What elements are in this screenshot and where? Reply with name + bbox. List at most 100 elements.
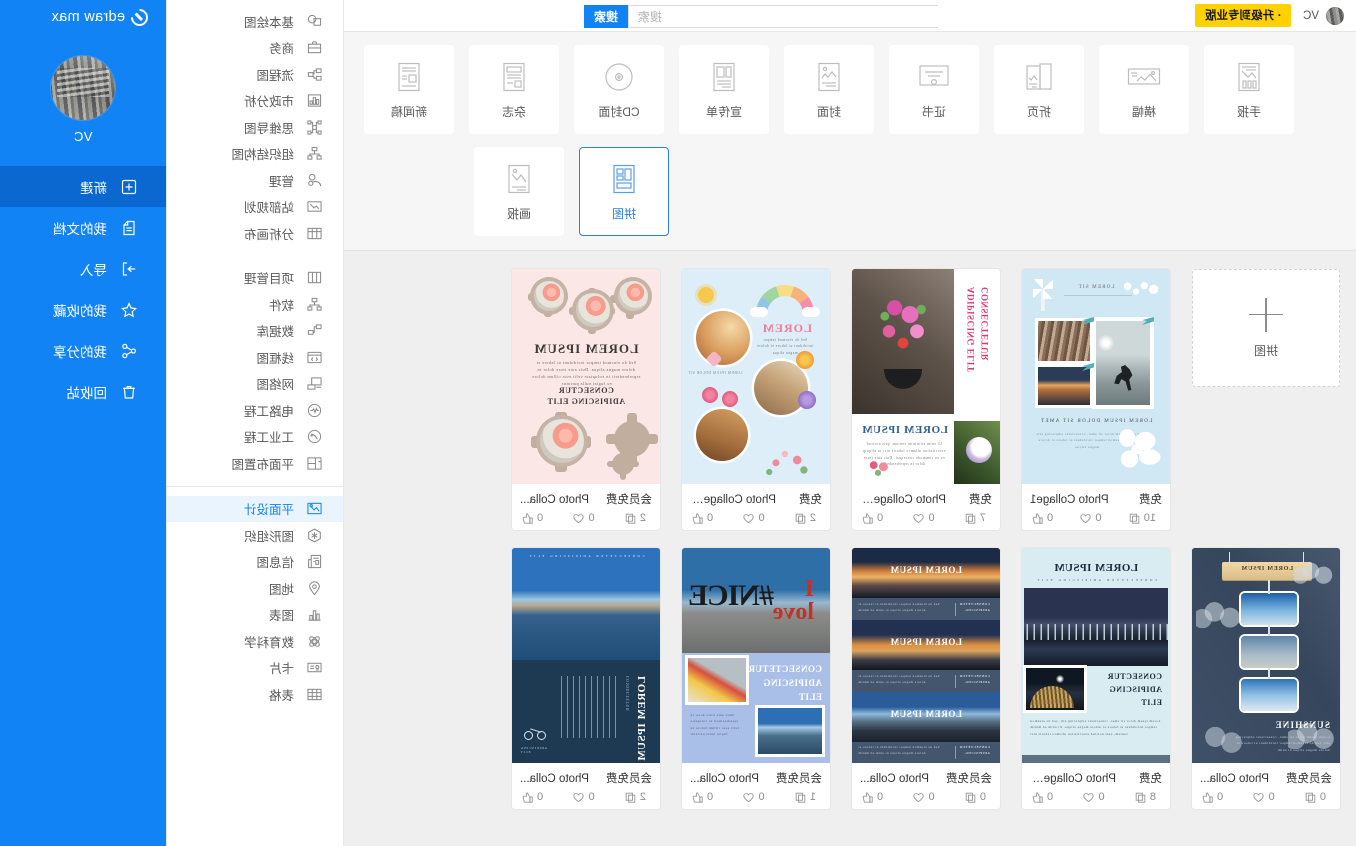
thumbs-up-icon [522, 791, 533, 803]
sidebar-item-project-management[interactable]: 项目管理 [167, 265, 343, 292]
template-thumbnail: CONSECTETUR ADIPISCING ELIT LOREM IPSUM … [852, 269, 1000, 484]
sidebar-item-chart[interactable]: 图表 [167, 602, 343, 629]
tile-brochure[interactable]: 折页 [994, 45, 1084, 134]
tile-cd-cover[interactable]: CD封面 [574, 45, 664, 134]
tile-banner[interactable]: 横幅 [1099, 45, 1189, 134]
stat-copies: 8 [1135, 791, 1156, 803]
sidebar-item-industrial[interactable]: 工业工程 [167, 424, 343, 451]
stat-hearts: 0 [743, 791, 765, 803]
sidebar-item-table[interactable]: 表格 [167, 681, 343, 708]
sidebar-item-network[interactable]: 网络图 [167, 371, 343, 398]
sidebar-item-circuit[interactable]: 电路工程 [167, 397, 343, 424]
template-card[interactable]: CONSECTETUR ADIPISCING ELIT LOREM IPSUM … [852, 269, 1000, 530]
sidebar-item-map[interactable]: 地图 [167, 575, 343, 602]
heart-icon [1253, 792, 1265, 802]
tile-newsletter[interactable]: 新闻稿 [364, 45, 454, 134]
template-card[interactable]: LOREM IPSUM Sed do eiusmod tempor incidi… [512, 269, 660, 530]
hearts-count: 0 [1268, 791, 1275, 803]
sidebar-item-my-shares[interactable]: 我的分享 [0, 330, 166, 371]
template-card[interactable]: LOREM IPSUM SUNSHINE Lorem ipsum dolor s… [1192, 548, 1340, 809]
document-icon [121, 219, 138, 236]
sidebar-item-my-favorites[interactable]: 我的收藏 [0, 289, 166, 330]
card-price: 会员免费 [606, 773, 652, 785]
sidebar-item-floorplan[interactable]: 平面布置图 [167, 450, 343, 477]
search-button[interactable]: 搜索 [584, 5, 628, 28]
certificate-icon [917, 60, 951, 94]
sidebar-item-import[interactable]: 导入 [0, 248, 166, 289]
share-icon [121, 342, 138, 359]
stat-hearts: 0 [913, 512, 935, 524]
avatar[interactable] [51, 56, 115, 120]
sidebar-item-business[interactable]: 商务 [167, 35, 343, 62]
sidebar-item-mindmap[interactable]: 思维导图 [167, 114, 343, 141]
template-card[interactable]: LOREM Sed do eiusmod tempor incididunt u… [682, 269, 830, 530]
sidebar-item-management[interactable]: 管理 [167, 167, 343, 194]
category-sidebar[interactable]: 基本绘图 商务 流程图 市政分析 思维导图 组织结构图 管理 站部规划 分析画布… [166, 0, 344, 846]
sidebar-item-label: 地图 [268, 582, 294, 597]
bar-analysis-icon [306, 92, 323, 109]
sidebar-item-education-science[interactable]: 数育科学 [167, 628, 343, 655]
tile-flyer[interactable]: 宣传单 [679, 45, 769, 134]
upgrade-to-pro-button[interactable]: · 升级到专业版 [1194, 4, 1292, 27]
stat-copies: 0 [1305, 791, 1326, 803]
hearts-count: 0 [928, 512, 935, 524]
sidebar-item-graphic-organizer[interactable]: 图形组织 [167, 522, 343, 549]
primary-sidebar: edraw max VC 新建 我的文档 导入 我的收藏 我的分享 回收站 [0, 0, 166, 846]
sidebar-item-graphic-design[interactable]: 平面设计 [167, 495, 343, 522]
copy-icon [1135, 792, 1146, 803]
tiles-row-1: 新闻稿 杂志 CD封面 宣传单 封面 证书 折页 横幅 手报 [358, 45, 1342, 134]
card-meta: Photo Collage_03 免费 0 0 2 [682, 484, 830, 530]
template-card[interactable]: CONSECTETUR ADIPISCING ELIT LOREM IPSUM … [512, 548, 660, 809]
tile-certificate[interactable]: 证书 [889, 45, 979, 134]
thumbs-up-icon [692, 512, 703, 524]
sidebar-item-basic-drawing[interactable]: 基本绘图 [167, 8, 343, 35]
sidebar-item-analysis-canvas[interactable]: 分析画布 [167, 220, 343, 247]
sidebar-item-recycle-bin[interactable]: 回收站 [0, 371, 166, 412]
template-thumbnail: I love #NICE CONSECTETUR ADIPISCING ELIT… [682, 548, 830, 763]
sidebar-item-org-chart[interactable]: 组织结构图 [167, 141, 343, 168]
topbar-user[interactable]: VC [1303, 6, 1344, 25]
stat-likes: 0 [1202, 791, 1223, 803]
tile-handreport[interactable]: 手报 [1204, 45, 1294, 134]
user-profile[interactable]: VC [0, 34, 166, 160]
sidebar-item-infographic[interactable]: 信息图 [167, 549, 343, 576]
template-card[interactable]: LOREM SIT LOREM IPSUM DOLOR SIT AMET Lor… [1022, 269, 1170, 530]
user-name: VC [73, 129, 93, 144]
sidebar-item-software[interactable]: 软件 [167, 291, 343, 318]
heart-icon [1080, 513, 1092, 523]
card-price: 免费 [1139, 773, 1162, 785]
tile-label: 杂志 [502, 104, 527, 119]
tile-label: 拼图 [612, 206, 637, 221]
sidebar-item-city-analysis[interactable]: 市政分析 [167, 88, 343, 115]
heart-icon [1083, 792, 1095, 802]
sidebar-item-new[interactable]: 新建 [0, 166, 166, 207]
tile-collage[interactable]: 拼图 [579, 147, 669, 236]
sidebar-item-card[interactable]: 卡片 [167, 655, 343, 682]
template-card[interactable]: LOREM IPSUM CONSECTETUR ADIPISCING Sed do… [852, 548, 1000, 809]
stat-copies: 1 [795, 791, 816, 803]
plus-square-icon [121, 178, 138, 195]
sidebar-item-database[interactable]: 数据库 [167, 318, 343, 345]
tile-magazine[interactable]: 杂志 [469, 45, 559, 134]
card-title: Photo Colla... [520, 494, 590, 506]
template-category-tiles: 新闻稿 杂志 CD封面 宣传单 封面 证书 折页 横幅 手报 画报 拼图 [344, 32, 1356, 251]
sidebar-item-flowchart[interactable]: 流程图 [167, 61, 343, 88]
plan-icon [306, 198, 323, 215]
sidebar-item-label: 线框图 [256, 351, 294, 366]
search-input-wrapper[interactable] [628, 5, 938, 28]
topbar-avatar [1326, 6, 1344, 25]
template-card[interactable]: I love #NICE CONSECTETUR ADIPISCING ELIT… [682, 548, 830, 809]
sidebar-item-label: 我的收藏 [53, 303, 107, 319]
tile-cover[interactable]: 封面 [784, 45, 874, 134]
sidebar-item-my-documents[interactable]: 我的文档 [0, 207, 166, 248]
sidebar-item-label: 表格 [268, 688, 294, 703]
tile-pictorial[interactable]: 画报 [474, 147, 564, 236]
create-new-collage-card[interactable]: 拼图 [1192, 269, 1340, 387]
sidebar-item-wireframe[interactable]: 线框图 [167, 344, 343, 371]
sidebar-item-label: 我的文档 [53, 221, 107, 237]
template-card[interactable]: LOREM IPSUM CONSECTETUR ADIPISCING ELIT … [1022, 548, 1170, 809]
sidebar-item-site-planning[interactable]: 站部规划 [167, 194, 343, 221]
template-grid-scroll[interactable]: LOREM IPSUM Sed do eiusmod tempor incidi… [344, 251, 1356, 846]
search-input[interactable] [638, 9, 929, 24]
likes-count: 0 [1217, 791, 1224, 803]
